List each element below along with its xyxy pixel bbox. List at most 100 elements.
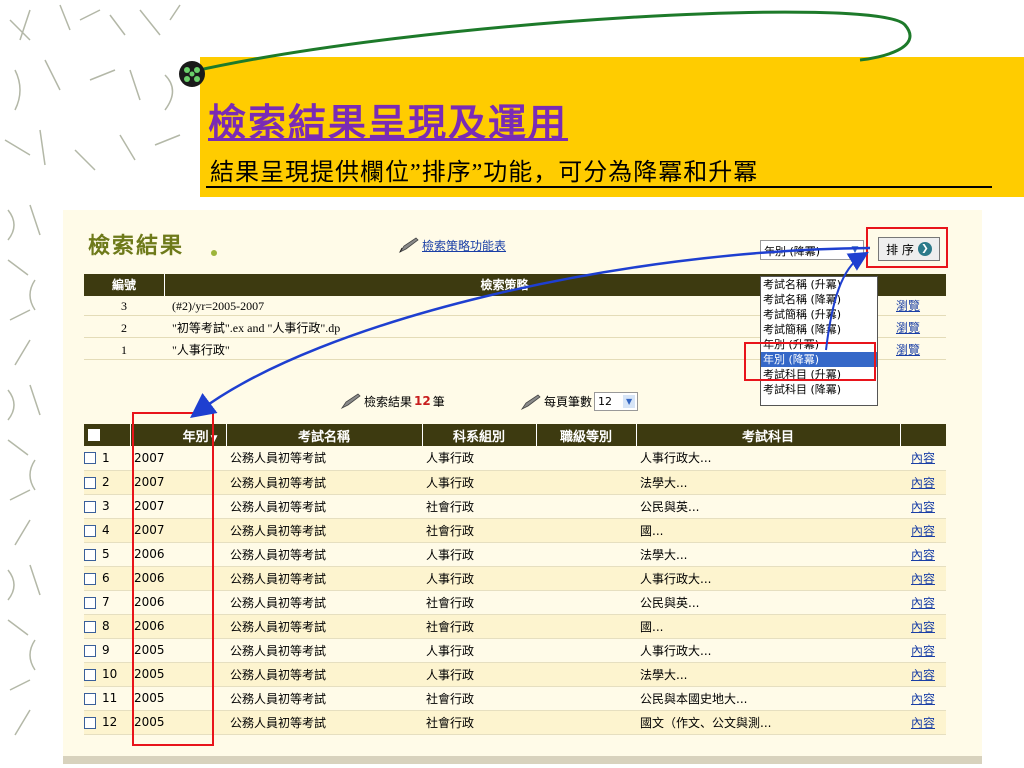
cell-dept: 人事行政 [422,542,536,567]
cell-grade [536,470,636,495]
select-all-checkbox[interactable] [88,429,100,441]
content-link[interactable]: 內容 [911,692,935,706]
content-link[interactable]: 內容 [911,500,935,514]
cell-link: 內容 [900,686,946,711]
cell-exam: 公務人員初等考試 [226,542,422,567]
row-select-cell: 1 [84,446,130,471]
dropdown-option[interactable]: 考試科目 (降冪) [761,382,877,397]
row-number: 6 [102,571,110,585]
cell-subject: 法學大... [636,470,900,495]
cell-link: 內容 [900,566,946,591]
row-number: 11 [102,691,118,705]
row-select-cell: 10 [84,662,130,687]
cell-link: 內容 [900,446,946,471]
row-number: 12 [102,715,118,729]
cell-grade [536,590,636,615]
row-number: 8 [102,619,110,633]
row-checkbox[interactable] [84,524,96,537]
row-checkbox[interactable] [84,500,96,513]
strategy-col-number: 編號 [111,278,136,292]
row-checkbox[interactable] [84,716,96,729]
col-subject-header[interactable]: 考試科目 [636,424,901,446]
row-select-cell: 9 [84,638,130,663]
cell-dept: 社會行政 [422,614,536,639]
content-link[interactable]: 內容 [911,620,935,634]
row-select-cell: 2 [84,470,130,495]
row-select-cell: 6 [84,566,130,591]
sort-select[interactable]: 年別 (降冪) ▼ [760,240,864,260]
cell-exam: 公務人員初等考試 [226,614,422,639]
results-title: 檢索結果 [88,233,185,259]
row-checkbox[interactable] [84,452,96,465]
cell-grade [536,686,636,711]
strategy-menu-link[interactable]: 檢索策略功能表 [422,237,506,254]
content-link[interactable]: 內容 [911,451,935,465]
cell-grade [536,446,636,471]
cell-subject: 法學大... [636,662,900,687]
result-count-prefix: 檢索結果 [364,394,413,409]
row-checkbox[interactable] [84,548,96,561]
cell-exam: 公務人員初等考試 [226,638,422,663]
content-link[interactable]: 內容 [911,524,935,538]
select-all-header [84,424,131,446]
cell-dept: 人事行政 [422,470,536,495]
row-checkbox[interactable] [84,620,96,633]
row-checkbox[interactable] [84,596,96,609]
row-checkbox[interactable] [84,572,96,585]
cell-exam: 公務人員初等考試 [226,662,422,687]
per-page-control: 每頁筆數 12 ▼ [520,392,639,411]
content-link[interactable]: 內容 [911,476,935,490]
content-link[interactable]: 內容 [911,548,935,562]
content-link[interactable]: 內容 [911,572,935,586]
cell-grade [536,494,636,519]
content-link[interactable]: 內容 [911,596,935,610]
pencil-icon [520,393,541,410]
col-dept-header[interactable]: 科系組別 [422,424,537,446]
col-grade-header[interactable]: 職級等別 [536,424,637,446]
cell-grade [536,518,636,543]
dropdown-option[interactable]: 考試簡稱 (降冪) [761,322,877,337]
cell-dept: 社會行政 [422,590,536,615]
view-link[interactable]: 瀏覽 [896,340,920,360]
row-checkbox[interactable] [84,692,96,705]
result-count-value: 12 [414,394,431,408]
row-number: 3 [102,499,110,513]
dropdown-option[interactable]: 考試簡稱 (升冪) [761,307,877,322]
per-page-value: 12 [598,395,613,408]
view-link[interactable]: 瀏覽 [896,296,920,316]
per-page-select[interactable]: 12 ▼ [594,392,639,411]
col-exam-header[interactable]: 考試名稱 [226,424,423,446]
cell-dept: 人事行政 [422,638,536,663]
cell-subject: 人事行政大... [636,446,900,471]
content-link[interactable]: 內容 [911,668,935,682]
view-link[interactable]: 瀏覽 [896,318,920,338]
cell-link: 內容 [900,518,946,543]
cell-subject: 公民與英... [636,494,900,519]
cell-subject: 國... [636,614,900,639]
content-link[interactable]: 內容 [911,644,935,658]
dropdown-option[interactable]: 考試名稱 (升冪) [761,277,877,292]
cell-subject: 公民與英... [636,590,900,615]
cell-link: 內容 [900,662,946,687]
chevron-down-icon: ▼ [851,245,859,255]
strategy-row-number: 3 [121,299,127,313]
row-select-cell: 12 [84,710,130,735]
strategy-row-number: 1 [121,343,127,357]
strategy-row-query: "初等考試".ex and "人事行政".dp [172,321,341,335]
cell-subject: 人事行政大... [636,638,900,663]
row-checkbox[interactable] [84,644,96,657]
cell-subject: 國... [636,518,900,543]
highlight-selected-option [744,342,876,381]
row-checkbox[interactable] [84,668,96,681]
cell-subject: 法學大... [636,542,900,567]
row-checkbox[interactable] [84,476,96,489]
cell-link: 內容 [900,494,946,519]
cell-dept: 社會行政 [422,494,536,519]
cell-exam: 公務人員初等考試 [226,494,422,519]
dropdown-option[interactable]: 考試名稱 (降冪) [761,292,877,307]
cell-grade [536,614,636,639]
row-select-cell: 5 [84,542,130,567]
cell-dept: 人事行政 [422,566,536,591]
cell-link: 內容 [900,710,946,735]
content-link[interactable]: 內容 [911,716,935,730]
